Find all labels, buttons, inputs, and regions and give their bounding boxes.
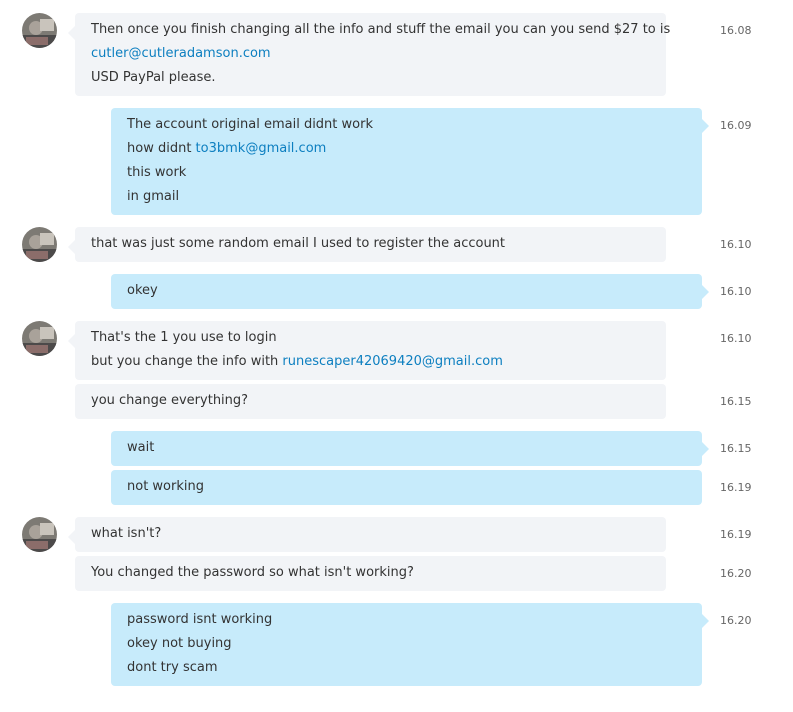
message-timestamp: 16.10 (720, 285, 752, 298)
message-line: this work (127, 165, 686, 189)
message-line: wait (127, 440, 686, 464)
contact-avatar[interactable] (22, 227, 57, 262)
message-text: that was just some random email I used t… (91, 236, 506, 251)
message-line: password isnt working (127, 612, 686, 636)
email-link[interactable]: cutler@cutleradamson.com (91, 46, 271, 61)
incoming-message-bubble[interactable]: You changed the password so what isn't w… (75, 556, 666, 591)
message-timestamp: 16.20 (720, 567, 752, 580)
message-timestamp: 16.19 (720, 481, 752, 494)
message-timestamp: 16.08 (720, 24, 752, 37)
message-text: password isnt working (127, 612, 273, 627)
message-row: okey 16.10 (0, 274, 793, 309)
message-text: You changed the password so what isn't w… (91, 565, 414, 580)
incoming-message-bubble[interactable]: you change everything? (75, 384, 666, 419)
message-line: but you change the info with runescaper4… (91, 354, 650, 378)
message-text: The account original email didnt work (127, 117, 373, 132)
message-row: wait 16.15 (0, 431, 793, 466)
message-line: in gmail (127, 189, 686, 213)
message-row: That's the 1 you use to login but you cha… (0, 321, 793, 380)
message-line: okey not buying (127, 636, 686, 660)
message-line: you change everything? (91, 393, 650, 417)
contact-avatar[interactable] (22, 517, 57, 552)
message-row: The account original email didnt work how… (0, 108, 793, 215)
message-text: That's the 1 you use to login (91, 330, 277, 345)
message-timestamp: 16.15 (720, 395, 752, 408)
message-text: but you change the info with (91, 354, 283, 369)
message-row: You changed the password so what isn't w… (0, 556, 793, 591)
message-row: Then once you finish changing all the in… (0, 13, 793, 96)
message-text: wait (127, 440, 155, 455)
contact-avatar[interactable] (22, 13, 57, 48)
message-line: The account original email didnt work (127, 117, 686, 141)
incoming-message-bubble[interactable]: Then once you finish changing all the in… (68, 13, 670, 96)
message-line: okey (127, 283, 686, 307)
outgoing-message-bubble[interactable]: not working (111, 470, 702, 505)
message-line: USD PayPal please. (91, 70, 650, 94)
message-text: how didnt (127, 141, 196, 156)
message-row: not working 16.19 (0, 470, 793, 505)
message-text: what isn't? (91, 526, 162, 541)
outgoing-message-bubble[interactable]: The account original email didnt work how… (111, 108, 709, 215)
outgoing-message-bubble[interactable]: wait (111, 431, 709, 466)
message-timestamp: 16.15 (720, 442, 752, 455)
message-text: you change everything? (91, 393, 249, 408)
contact-avatar[interactable] (22, 321, 57, 356)
message-line: You changed the password so what isn't w… (91, 565, 650, 589)
message-text: okey not buying (127, 636, 232, 651)
outgoing-message-bubble[interactable]: okey (111, 274, 709, 309)
message-text: in gmail (127, 189, 180, 204)
message-line: that was just some random email I used t… (91, 236, 650, 260)
message-timestamp: 16.19 (720, 528, 752, 541)
incoming-message-bubble[interactable]: what isn't? (68, 517, 666, 552)
message-text: okey (127, 283, 158, 298)
incoming-message-bubble[interactable]: that was just some random email I used t… (68, 227, 666, 262)
email-link[interactable]: runescaper42069420@gmail.com (282, 354, 502, 369)
message-text: not working (127, 479, 204, 494)
message-line: how didnt to3bmk@gmail.com (127, 141, 686, 165)
outgoing-message-bubble[interactable]: password isnt working okey not buying dont… (111, 603, 709, 686)
message-text: Then once you finish changing all the in… (91, 22, 671, 37)
message-row: password isnt working okey not buying dont… (0, 603, 793, 686)
message-text: dont try scam (127, 660, 218, 675)
message-timestamp: 16.20 (720, 614, 752, 627)
message-text: this work (127, 165, 187, 180)
message-row: that was just some random email I used t… (0, 227, 793, 262)
incoming-message-bubble[interactable]: That's the 1 you use to login but you cha… (68, 321, 666, 380)
message-timestamp: 16.10 (720, 238, 752, 251)
message-line: Then once you finish changing all the in… (91, 22, 670, 46)
message-line: not working (127, 479, 686, 503)
message-row: you change everything? 16.15 (0, 384, 793, 419)
email-link[interactable]: to3bmk@gmail.com (196, 141, 327, 156)
message-text: USD PayPal please. (91, 70, 216, 85)
message-timestamp: 16.09 (720, 119, 752, 132)
message-timestamp: 16.10 (720, 332, 752, 345)
message-row: what isn't? 16.19 (0, 517, 793, 552)
message-line: cutler@cutleradamson.com (91, 46, 650, 70)
message-line: dont try scam (127, 660, 686, 684)
message-line: That's the 1 you use to login (91, 330, 650, 354)
message-line: what isn't? (91, 526, 650, 550)
